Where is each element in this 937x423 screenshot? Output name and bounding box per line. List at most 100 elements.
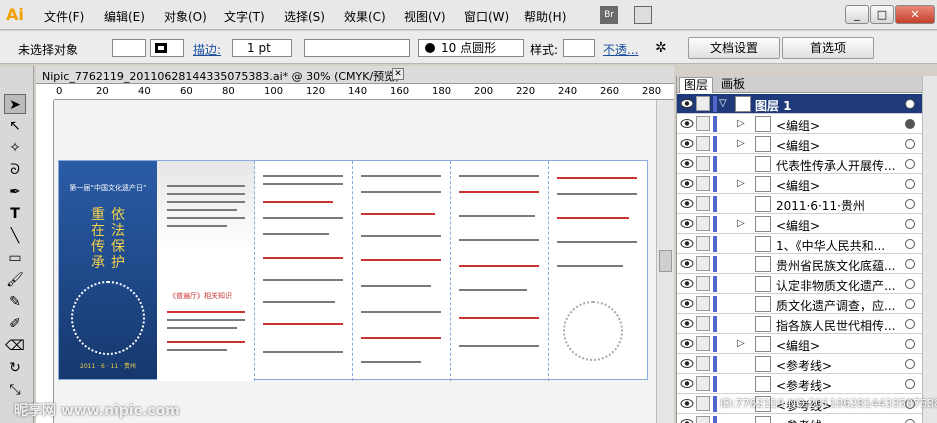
rotate-tool-icon[interactable]: ↻ bbox=[4, 358, 26, 378]
fill-swatch[interactable] bbox=[112, 39, 146, 57]
visibility-eye-icon[interactable] bbox=[680, 318, 694, 329]
bridge-button[interactable]: Br bbox=[600, 6, 618, 24]
lock-toggle[interactable] bbox=[696, 236, 710, 251]
layer-row[interactable]: 认定非物质文化遗产... bbox=[677, 274, 922, 294]
lock-toggle[interactable] bbox=[696, 376, 710, 391]
lock-toggle[interactable] bbox=[696, 356, 710, 371]
layer-row[interactable]: ▷ <编组> bbox=[677, 214, 922, 234]
lock-toggle[interactable] bbox=[696, 116, 710, 131]
lasso-tool-icon[interactable]: ᘐ bbox=[4, 160, 26, 180]
layer-row[interactable]: ▷ <编组> bbox=[677, 134, 922, 154]
lock-toggle[interactable] bbox=[696, 316, 710, 331]
expand-arrow-icon[interactable]: ▷ bbox=[737, 338, 745, 349]
paintbrush-tool-icon[interactable]: 🖌 bbox=[4, 270, 26, 290]
menu-select[interactable]: 选择(S) bbox=[284, 8, 325, 25]
close-tab-icon[interactable]: ✕ bbox=[392, 68, 404, 80]
expand-arrow-icon[interactable]: ▽ bbox=[719, 98, 727, 109]
target-circle-icon[interactable] bbox=[905, 139, 915, 149]
visibility-eye-icon[interactable] bbox=[680, 218, 694, 229]
lock-toggle[interactable] bbox=[696, 96, 710, 111]
target-circle-icon[interactable] bbox=[905, 319, 915, 329]
target-circle-icon[interactable] bbox=[905, 339, 915, 349]
vertical-scrollbar[interactable] bbox=[656, 100, 674, 423]
visibility-eye-icon[interactable] bbox=[680, 198, 694, 209]
close-button[interactable]: ✕ bbox=[895, 5, 935, 24]
pen-tool-icon[interactable]: ✒ bbox=[4, 182, 26, 202]
stroke-weight-field[interactable]: 1 pt bbox=[232, 39, 292, 57]
lock-toggle[interactable] bbox=[696, 156, 710, 171]
document-tab[interactable]: Nipic_7762119_20110628144335075383.ai* @… bbox=[36, 66, 674, 84]
stroke-swatch[interactable] bbox=[150, 39, 184, 57]
variable-width-select[interactable] bbox=[304, 39, 410, 57]
lock-toggle[interactable] bbox=[696, 336, 710, 351]
visibility-eye-icon[interactable] bbox=[680, 338, 694, 349]
maximize-button[interactable]: □ bbox=[870, 5, 894, 24]
document-setup-button[interactable]: 文档设置 bbox=[688, 37, 780, 59]
magic-wand-tool-icon[interactable]: ✧ bbox=[4, 138, 26, 158]
scroll-thumb[interactable] bbox=[659, 250, 672, 272]
lock-toggle[interactable] bbox=[696, 276, 710, 291]
visibility-eye-icon[interactable] bbox=[680, 358, 694, 369]
layer-row[interactable]: ▷ <编组> bbox=[677, 114, 922, 134]
target-circle-icon[interactable] bbox=[905, 259, 915, 269]
target-circle-icon[interactable] bbox=[905, 119, 915, 129]
menu-view[interactable]: 视图(V) bbox=[404, 8, 446, 25]
lock-toggle[interactable] bbox=[696, 196, 710, 211]
target-circle-icon[interactable] bbox=[905, 179, 915, 189]
target-circle-icon[interactable] bbox=[905, 379, 915, 389]
lock-toggle[interactable] bbox=[696, 296, 710, 311]
menu-effect[interactable]: 效果(C) bbox=[344, 8, 386, 25]
tab-layers[interactable]: 图层 bbox=[679, 77, 714, 93]
stroke-label[interactable]: 描边: bbox=[193, 41, 221, 58]
menu-file[interactable]: 文件(F) bbox=[44, 8, 84, 25]
line-tool-icon[interactable]: ╲ bbox=[4, 226, 26, 246]
layers-scrollbar[interactable] bbox=[922, 76, 937, 423]
layer-row[interactable]: 1、《中华人民共和... bbox=[677, 234, 922, 254]
menu-type[interactable]: 文字(T) bbox=[224, 8, 265, 25]
menu-object[interactable]: 对象(O) bbox=[164, 8, 207, 25]
preferences-button[interactable]: 首选项 bbox=[782, 37, 874, 59]
lock-toggle[interactable] bbox=[696, 256, 710, 271]
selection-tool-icon[interactable]: ➤ bbox=[4, 94, 26, 114]
lock-toggle[interactable] bbox=[696, 216, 710, 231]
visibility-eye-icon[interactable] bbox=[680, 298, 694, 309]
layer-row[interactable]: ▽ 图层 1 bbox=[677, 94, 922, 114]
lock-toggle[interactable] bbox=[696, 176, 710, 191]
visibility-eye-icon[interactable] bbox=[680, 98, 694, 109]
menu-help[interactable]: 帮助(H) bbox=[524, 8, 566, 25]
blob-brush-tool-icon[interactable]: ✐ bbox=[4, 314, 26, 334]
style-swatch[interactable] bbox=[563, 39, 595, 57]
direct-selection-tool-icon[interactable]: ↖ bbox=[4, 116, 26, 136]
target-circle-icon[interactable] bbox=[905, 239, 915, 249]
arrange-documents-icon[interactable] bbox=[634, 6, 652, 24]
tab-artboards[interactable]: 画板 bbox=[717, 77, 749, 93]
target-circle-icon[interactable] bbox=[905, 99, 915, 109]
lock-toggle[interactable] bbox=[696, 396, 710, 411]
visibility-eye-icon[interactable] bbox=[680, 278, 694, 289]
target-circle-icon[interactable] bbox=[905, 279, 915, 289]
eraser-tool-icon[interactable]: ⌫ bbox=[4, 336, 26, 356]
layer-row[interactable]: <参考线> bbox=[677, 374, 922, 394]
layer-row[interactable]: <参考线> bbox=[677, 414, 922, 423]
scale-tool-icon[interactable]: ⤡ bbox=[4, 380, 26, 400]
rectangle-tool-icon[interactable]: ▭ bbox=[4, 248, 26, 268]
minimize-button[interactable]: _ bbox=[845, 5, 869, 24]
visibility-eye-icon[interactable] bbox=[680, 378, 694, 389]
layer-row[interactable]: 指各族人民世代相传... bbox=[677, 314, 922, 334]
visibility-eye-icon[interactable] bbox=[680, 158, 694, 169]
expand-arrow-icon[interactable]: ▷ bbox=[737, 138, 745, 149]
expand-arrow-icon[interactable]: ▷ bbox=[737, 178, 745, 189]
visibility-eye-icon[interactable] bbox=[680, 178, 694, 189]
artboard-canvas[interactable]: 第一届“中国文化遗产日” 依法保护 重在传承 2011 · 6 · 11 · 贵… bbox=[54, 100, 656, 423]
visibility-eye-icon[interactable] bbox=[680, 138, 694, 149]
layer-row[interactable]: <参考线> bbox=[677, 354, 922, 374]
visibility-eye-icon[interactable] bbox=[680, 118, 694, 129]
visibility-eye-icon[interactable] bbox=[680, 258, 694, 269]
menu-window[interactable]: 窗口(W) bbox=[464, 8, 509, 25]
target-circle-icon[interactable] bbox=[905, 299, 915, 309]
visibility-eye-icon[interactable] bbox=[680, 418, 694, 423]
layer-row[interactable]: 2011·6·11·贵州 bbox=[677, 194, 922, 214]
target-circle-icon[interactable] bbox=[905, 359, 915, 369]
layer-row[interactable]: 质文化遗产调查，应... bbox=[677, 294, 922, 314]
expand-arrow-icon[interactable]: ▷ bbox=[737, 218, 745, 229]
